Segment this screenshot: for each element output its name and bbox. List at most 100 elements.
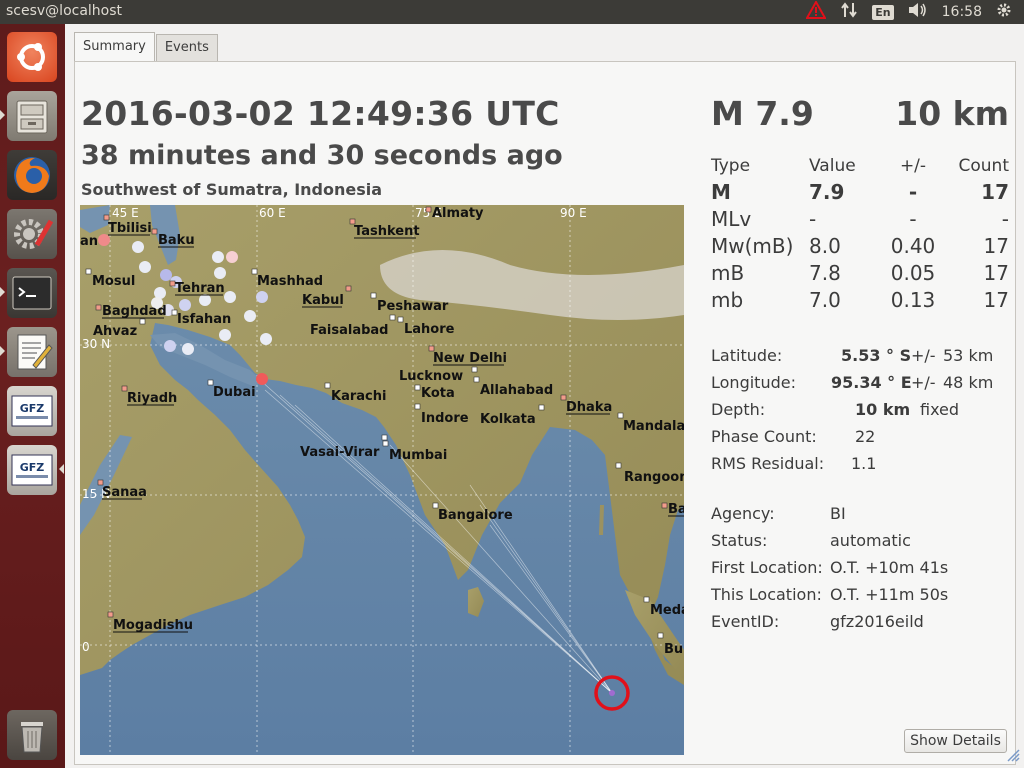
mag-count: 17 bbox=[983, 260, 1009, 285]
launcher: GFZ GFZ bbox=[0, 24, 66, 768]
agency-value: BI bbox=[830, 504, 846, 523]
trash-button[interactable] bbox=[7, 710, 57, 760]
firefox-button[interactable] bbox=[7, 150, 57, 200]
event-elapsed-time: 38 minutes and 30 seconds ago bbox=[81, 140, 563, 171]
warning-icon[interactable] bbox=[805, 0, 827, 23]
longitude-uncertainty: 48 km bbox=[943, 373, 994, 392]
phase-count-label: Phase Count: bbox=[711, 427, 817, 446]
first-location-value: O.T. +10m 41s bbox=[830, 558, 949, 577]
city-bangalore: Bangalore bbox=[438, 508, 513, 523]
ubuntu-dash-button[interactable] bbox=[7, 32, 57, 82]
rms-residual-label: RMS Residual: bbox=[711, 454, 825, 473]
longitude-label: Longitude: bbox=[711, 373, 796, 392]
terminal-icon bbox=[12, 276, 52, 310]
wrench-gear-icon bbox=[14, 219, 54, 249]
latitude-label: Latitude: bbox=[711, 346, 783, 365]
city-tbilisi: Tbilisi bbox=[108, 221, 152, 236]
gfz-logo-icon: GFZ bbox=[11, 395, 53, 427]
city-tehran: Tehran bbox=[175, 281, 225, 296]
city-partial-ba: Ba bbox=[668, 502, 684, 517]
gfz-logo-icon: GFZ bbox=[11, 454, 53, 486]
summary-panel: 2016-03-02 12:49:36 UTC 38 minutes and 3… bbox=[74, 61, 1016, 765]
status-value: automatic bbox=[830, 531, 911, 550]
event-region: Southwest of Sumatra, Indonesia bbox=[81, 180, 383, 199]
grid-label-60e: 60 E bbox=[259, 206, 286, 220]
table-row: mB 7.8 0.05 17 bbox=[711, 259, 1009, 286]
city-dubai: Dubai bbox=[213, 385, 256, 400]
depth-label: Depth: bbox=[711, 400, 766, 419]
mag-value: 7.0 bbox=[809, 287, 841, 312]
status-label: Status: bbox=[711, 531, 768, 550]
mag-type: M bbox=[711, 179, 731, 204]
tab-events[interactable]: Events bbox=[155, 34, 218, 61]
volume-icon[interactable] bbox=[908, 2, 928, 22]
mag-type: Mw(mB) bbox=[711, 233, 794, 258]
network-transfer-icon[interactable] bbox=[840, 1, 858, 23]
event-map[interactable]: 45 E 60 E 75 E 90 E 30 N 15 N 0 Almaty T… bbox=[80, 205, 684, 755]
city-baku: Baku bbox=[158, 233, 195, 248]
resize-grip-icon[interactable] bbox=[1006, 747, 1020, 766]
gfz-app-button-1[interactable]: GFZ bbox=[7, 386, 57, 436]
city-kolkata: Kolkata bbox=[480, 412, 536, 427]
magnitude-table-header: Type Value +/- Count bbox=[711, 154, 1009, 178]
city-indore: Indore bbox=[421, 411, 469, 426]
window-title: scesv@localhost bbox=[6, 3, 123, 19]
city-partial-an: an bbox=[80, 234, 98, 249]
gfz-app-button-2[interactable]: GFZ bbox=[7, 445, 64, 495]
scesv-window: Summary Events 2016-03-02 12:49:36 UTC 3… bbox=[65, 24, 1024, 768]
top-panel: scesv@localhost En 16:58 bbox=[0, 0, 1024, 24]
city-faisalabad: Faisalabad bbox=[310, 323, 388, 338]
city-kabul: Kabul bbox=[302, 293, 344, 308]
tab-bar: Summary Events bbox=[74, 32, 219, 61]
city-riyadh: Riyadh bbox=[127, 391, 177, 406]
city-baghdad: Baghdad bbox=[102, 304, 167, 319]
mag-value: 7.8 bbox=[809, 260, 841, 285]
tab-summary[interactable]: Summary bbox=[74, 32, 155, 61]
depth-value: 10 km bbox=[855, 400, 911, 419]
text-editor-button[interactable] bbox=[0, 327, 57, 377]
col-header-value: Value bbox=[809, 156, 856, 176]
mag-uncertainty: 0.13 bbox=[890, 287, 936, 312]
keyboard-layout-indicator[interactable]: En bbox=[872, 4, 894, 20]
city-mashhad: Mashhad bbox=[257, 274, 323, 289]
table-row: M 7.9 - 17 bbox=[711, 178, 1009, 205]
mag-count: 17 bbox=[983, 233, 1009, 258]
col-header-count: Count bbox=[958, 156, 1010, 176]
city-new-delhi: New Delhi bbox=[433, 351, 507, 366]
mag-count: 17 bbox=[981, 179, 1009, 204]
table-row: Mw(mB) 8.0 0.40 17 bbox=[711, 232, 1009, 259]
clock[interactable]: 16:58 bbox=[942, 4, 982, 20]
city-rangoon: Rangoon bbox=[624, 470, 684, 485]
col-header-uncertainty: +/- bbox=[899, 156, 927, 176]
show-details-button[interactable]: Show Details bbox=[904, 729, 1007, 753]
mag-type: MLv bbox=[711, 206, 752, 231]
agency-label: Agency: bbox=[711, 504, 775, 523]
city-mumbai: Mumbai bbox=[389, 448, 447, 463]
city-partial-bu: Bu bbox=[664, 642, 683, 657]
city-lahore: Lahore bbox=[404, 322, 455, 337]
system-settings-button[interactable] bbox=[7, 209, 57, 259]
city-mandalay: Mandala bbox=[623, 419, 684, 434]
city-sanaa: Sanaa bbox=[102, 485, 147, 500]
longitude-value: 95.34 ° E bbox=[831, 373, 912, 392]
city-tashkent: Tashkent bbox=[354, 224, 420, 239]
terminal-button[interactable] bbox=[0, 268, 57, 318]
files-button[interactable] bbox=[0, 91, 57, 141]
col-header-type: Type bbox=[711, 156, 751, 176]
magnitude-headline: M 7.9 bbox=[711, 94, 814, 133]
city-lucknow: Lucknow bbox=[399, 369, 463, 384]
depth-headline: 10 km bbox=[895, 94, 1009, 133]
table-row: MLv - - - bbox=[711, 205, 1009, 232]
city-allahabad: Allahabad bbox=[480, 383, 553, 398]
city-almaty: Almaty bbox=[432, 206, 484, 221]
grid-label-30n: 30 N bbox=[82, 337, 110, 351]
city-ahvaz: Ahvaz bbox=[93, 324, 137, 339]
settings-gear-icon[interactable] bbox=[996, 2, 1012, 22]
grid-label-90e: 90 E bbox=[560, 206, 587, 220]
city-mogadishu: Mogadishu bbox=[113, 618, 193, 633]
latitude-value: 5.53 ° S bbox=[841, 346, 912, 365]
mag-type: mb bbox=[711, 287, 744, 312]
trash-icon bbox=[21, 722, 43, 753]
city-dhaka: Dhaka bbox=[566, 400, 612, 415]
ubuntu-logo-icon bbox=[17, 43, 45, 71]
